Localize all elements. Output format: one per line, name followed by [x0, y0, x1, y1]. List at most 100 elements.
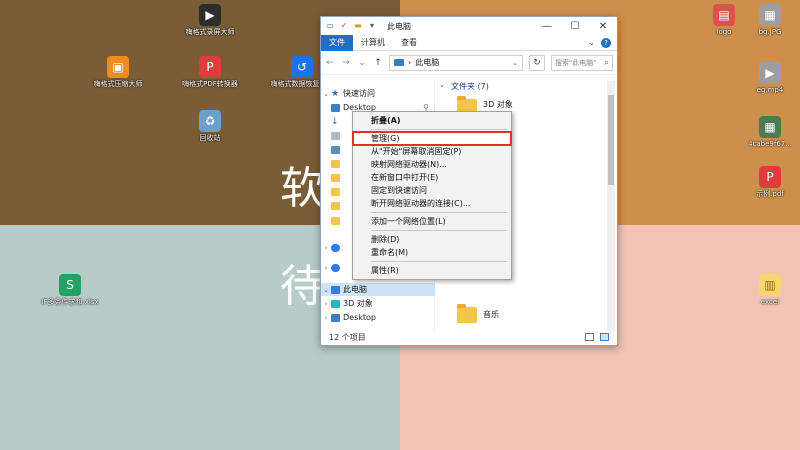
menu-item-map-network-drive[interactable]: 映射网络驱动器(N)...	[353, 158, 511, 171]
window-title: 此电脑	[387, 21, 411, 31]
tab-file[interactable]: 文件	[321, 34, 353, 51]
status-bar: 12 个项目	[321, 329, 617, 345]
menu-item-pin-quick-access[interactable]: 固定到快速访问	[353, 184, 511, 197]
menu-item-rename[interactable]: 重命名(M)	[353, 246, 511, 259]
desktop-icon	[331, 103, 340, 112]
nav-item-label: Desktop	[343, 313, 376, 322]
scrollbar-thumb[interactable]	[608, 95, 614, 185]
folder-icon	[331, 159, 340, 168]
pc-icon	[394, 59, 404, 66]
chevron-right-icon[interactable]: ›	[321, 244, 331, 252]
menu-separator	[371, 230, 507, 231]
cloud-icon	[331, 243, 340, 252]
archive-icon: ▥	[759, 274, 781, 296]
desktop-icon-bg-jpg[interactable]: ▦ bg.JPG	[738, 4, 800, 37]
desktop-icon	[331, 313, 340, 322]
folder-icon	[331, 216, 340, 225]
properties-icon[interactable]: ✓	[339, 21, 349, 31]
tab-computer[interactable]: 计算机	[353, 35, 393, 51]
desktop-icon-sample-pdf[interactable]: P 示例.pdf	[738, 166, 800, 199]
item-count: 12 个项目	[329, 332, 366, 342]
chevron-right-icon[interactable]: ›	[321, 264, 331, 272]
nav-item-label: 快速访问	[343, 89, 375, 98]
ribbon-expand-icon[interactable]: ⌄	[588, 38, 595, 48]
chevron-down-icon[interactable]: ▾	[367, 21, 377, 31]
folder-icon	[331, 173, 340, 182]
tab-view[interactable]: 查看	[393, 35, 425, 51]
folder-label[interactable]: 3D 对象	[483, 99, 513, 110]
minimize-button[interactable]: —	[533, 21, 561, 32]
menu-item-unpin-start[interactable]: 从"开始"屏幕取消固定(P)	[353, 145, 511, 158]
forward-arrow-icon[interactable]: →	[341, 58, 351, 68]
desktop-icon-recycle-bin[interactable]: ♻ 回收站	[178, 110, 242, 143]
search-icon: ⌕	[604, 57, 609, 67]
menu-item-manage[interactable]: 管理(G)	[352, 131, 512, 146]
help-icon[interactable]: ?	[601, 37, 611, 48]
desktop-icon-excel-archive[interactable]: ▥ excel	[738, 274, 800, 307]
folder-icon[interactable]	[457, 304, 477, 323]
folder-label[interactable]: 音乐	[483, 309, 499, 320]
pdf-file-icon: P	[759, 166, 781, 188]
large-icons-view-icon[interactable]	[600, 333, 609, 341]
up-arrow-icon[interactable]: ↑	[373, 58, 383, 68]
pc-icon: ▭	[326, 21, 334, 30]
desktop-icon-compressor[interactable]: ▣ 嗨格式压缩大师	[86, 56, 150, 89]
image-file-icon: ▤	[713, 4, 735, 26]
cloud-icon	[331, 263, 340, 272]
nav-item-quick-access[interactable]: ⌄ ★ 快速访问	[321, 87, 435, 100]
pc-icon	[331, 285, 340, 294]
chevron-right-icon[interactable]: ›	[321, 314, 331, 322]
cube-icon	[331, 299, 340, 308]
nav-item-this-pc[interactable]: ⌄ 此电脑	[321, 283, 435, 296]
chevron-right-icon[interactable]: ›	[321, 300, 331, 308]
folder-icon	[331, 187, 340, 196]
desktop-icon-label: IF多条件求和.xlsx	[41, 298, 99, 306]
history-chevron-icon[interactable]: ⌄	[357, 58, 367, 68]
address-input[interactable]: › 此电脑 ⌄	[389, 54, 523, 71]
address-bar-row: ← → ⌄ ↑ › 此电脑 ⌄ ↻ 搜索"此电脑" ⌕	[321, 51, 617, 75]
desktop-icon-pdf-converter[interactable]: P 嗨格式PDF转换器	[178, 56, 242, 89]
image-file-icon: ▦	[759, 4, 781, 26]
document-icon	[331, 131, 340, 140]
new-folder-icon[interactable]: ▬	[353, 21, 363, 31]
desktop-icon-label: excel	[760, 298, 780, 306]
excel-icon: S	[59, 274, 81, 296]
menu-item-delete[interactable]: 删除(D)	[353, 233, 511, 246]
chevron-down-icon[interactable]: ⌄	[439, 81, 445, 89]
maximize-button[interactable]: ☐	[561, 21, 589, 32]
chevron-down-icon[interactable]: ⌄	[321, 90, 331, 98]
desktop-icon-label: eg.mp4	[756, 86, 784, 94]
menu-item-collapse[interactable]: 折叠(A)	[353, 114, 511, 127]
desktop-icon-screen-recorder[interactable]: ▶ 嗨格式录屏大师	[178, 4, 242, 37]
search-input[interactable]: 搜索"此电脑" ⌕	[551, 54, 613, 71]
menu-item-add-network-location[interactable]: 添加一个网络位置(L)	[353, 215, 511, 228]
details-view-icon[interactable]	[585, 333, 594, 341]
vertical-scrollbar[interactable]	[607, 81, 615, 331]
group-header[interactable]: 文件夹 (7)	[451, 81, 489, 92]
nav-item-label: 3D 对象	[343, 299, 373, 308]
nav-item-3d-objects[interactable]: › 3D 对象	[321, 297, 435, 310]
search-placeholder: 搜索"此电脑"	[555, 58, 597, 67]
video-icon: ▶	[199, 4, 221, 26]
title-bar[interactable]: ▭ ✓ ▬ ▾ 此电脑 — ☐ ✕	[321, 17, 617, 35]
menu-item-properties[interactable]: 属性(R)	[353, 264, 511, 277]
menu-item-open-new-window[interactable]: 在新窗口中打开(E)	[353, 171, 511, 184]
recycle-bin-icon: ♻	[199, 110, 221, 132]
breadcrumb-separator-icon: ›	[408, 58, 412, 67]
desktop-icon-eg-mp4[interactable]: ▶ eg.mp4	[738, 62, 800, 95]
desktop-icon-excel-file[interactable]: S IF多条件求和.xlsx	[38, 274, 102, 307]
close-button[interactable]: ✕	[589, 21, 617, 32]
refresh-button[interactable]: ↻	[529, 54, 545, 71]
nav-item-label: 此电脑	[343, 285, 367, 294]
chevron-down-icon[interactable]: ⌄	[321, 286, 331, 294]
breadcrumb[interactable]: 此电脑	[415, 57, 439, 68]
video-file-icon: ▶	[759, 62, 781, 84]
desktop-icon-label: bg.JPG	[758, 28, 782, 36]
folder-icon	[331, 201, 340, 210]
desktop-icon-image-file[interactable]: ▦ 4cabe9f67...	[738, 116, 800, 149]
download-arrow-icon: ↓	[331, 116, 339, 127]
nav-item-desktop[interactable]: › Desktop	[321, 311, 435, 324]
menu-item-disconnect-network-drive[interactable]: 断开网络驱动器的连接(C)...	[353, 197, 511, 210]
chevron-down-icon[interactable]: ⌄	[512, 59, 518, 67]
back-arrow-icon[interactable]: ←	[325, 58, 335, 68]
